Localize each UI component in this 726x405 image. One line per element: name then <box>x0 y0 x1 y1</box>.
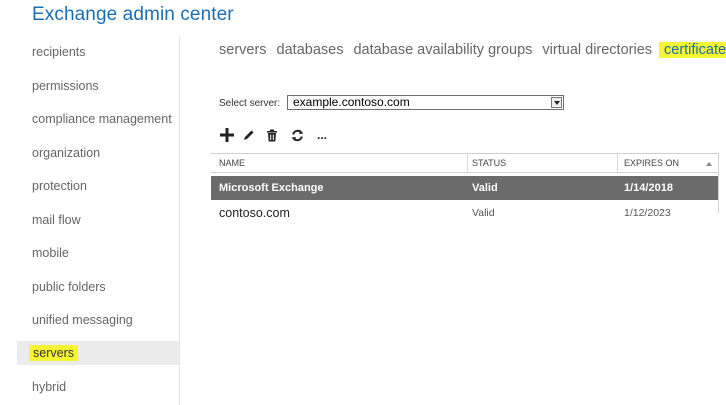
column-header-status[interactable]: STATUS <box>472 154 506 173</box>
cell-expires-on: 1/14/2018 <box>624 182 673 194</box>
column-header-expires-on[interactable]: EXPIRES ON <box>624 154 679 173</box>
tab-database-availability-groups[interactable]: database availability groups <box>353 42 532 58</box>
sidebar-item-label: public folders <box>32 280 106 294</box>
sidebar-item-protection[interactable]: protection <box>17 174 179 198</box>
tab-bar: servers databases database availability gr… <box>219 42 726 64</box>
cell-name: contoso.com <box>219 206 290 220</box>
sidebar-item-organization[interactable]: organization <box>17 141 179 165</box>
chevron-down-icon[interactable] <box>551 97 562 108</box>
sidebar-item-label: unified messaging <box>32 313 133 327</box>
sidebar-item-permissions[interactable]: permissions <box>17 74 179 98</box>
cell-status: Valid <box>472 207 495 219</box>
table-row[interactable]: Microsoft Exchange Valid 1/14/2018 <box>211 176 718 200</box>
server-select[interactable]: example.contoso.com <box>287 95 564 110</box>
sidebar-item-public-folders[interactable]: public folders <box>17 275 179 299</box>
edit-icon[interactable] <box>240 126 258 144</box>
tab-databases[interactable]: databases <box>277 42 344 58</box>
column-divider <box>617 154 618 173</box>
delete-icon[interactable] <box>263 126 281 144</box>
app-title: Exchange admin center <box>32 4 234 25</box>
sidebar-item-label: permissions <box>32 79 99 93</box>
sort-ascending-icon <box>706 162 712 166</box>
certificates-table: NAME STATUS EXPIRES ON Microsoft Exchang… <box>211 153 726 405</box>
tab-servers[interactable]: servers <box>219 42 267 58</box>
add-icon[interactable] <box>218 126 236 144</box>
table-right-border <box>718 153 719 213</box>
sidebar-item-servers[interactable]: servers <box>17 341 179 365</box>
sidebar-item-label: mobile <box>32 246 69 260</box>
cell-name: Microsoft Exchange <box>219 182 324 194</box>
sidebar-item-label: protection <box>32 179 87 193</box>
sidebar-nav: recipients permissions compliance manage… <box>17 36 180 405</box>
sidebar-item-label: recipients <box>32 45 86 59</box>
select-server-label: Select server: <box>219 98 281 109</box>
tab-virtual-directories[interactable]: virtual directories <box>542 42 652 58</box>
sidebar-item-recipients[interactable]: recipients <box>17 40 179 64</box>
column-header-name[interactable]: NAME <box>219 154 245 173</box>
sidebar-item-unified-messaging[interactable]: unified messaging <box>17 308 179 332</box>
sidebar-item-hybrid[interactable]: hybrid <box>17 375 179 399</box>
table-header: NAME STATUS EXPIRES ON <box>211 153 718 173</box>
server-select-value: example.contoso.com <box>293 95 410 109</box>
tab-certificates[interactable]: certificates <box>659 42 726 58</box>
table-row[interactable]: contoso.com Valid 1/12/2023 <box>211 201 718 225</box>
sidebar-item-label: compliance management <box>32 112 172 126</box>
cell-expires-on: 1/12/2023 <box>624 207 671 219</box>
sidebar-item-mobile[interactable]: mobile <box>17 241 179 265</box>
sidebar-item-compliance-management[interactable]: compliance management <box>17 107 179 131</box>
sidebar-item-label: servers <box>29 345 78 361</box>
refresh-icon[interactable] <box>288 126 306 144</box>
sidebar-item-label: mail flow <box>32 213 81 227</box>
cell-status: Valid <box>472 182 498 194</box>
sidebar-item-label: organization <box>32 146 101 160</box>
sidebar-item-label: hybrid <box>32 380 67 394</box>
sidebar-item-mail-flow[interactable]: mail flow <box>17 208 179 232</box>
more-icon[interactable]: ... <box>313 126 331 144</box>
column-divider <box>467 154 468 173</box>
